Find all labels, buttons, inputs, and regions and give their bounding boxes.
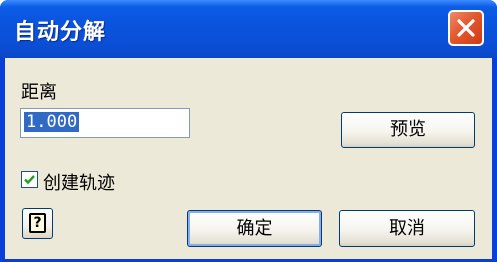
close-button[interactable] xyxy=(448,10,484,46)
dialog-body: 距离 1.000 预览 创建轨迹 ? 确定 取消 xyxy=(5,58,492,259)
create-trail-label: 创建轨迹 xyxy=(43,173,115,194)
distance-value: 1.000 xyxy=(24,112,80,132)
preview-button[interactable]: 预览 xyxy=(341,112,475,148)
distance-label: 距离 xyxy=(21,82,57,103)
dialog-title: 自动分解 xyxy=(14,20,107,45)
title-bar[interactable]: 自动分解 xyxy=(0,0,497,58)
ok-button[interactable]: 确定 xyxy=(187,210,322,247)
create-trail-checkbox[interactable] xyxy=(21,171,38,188)
help-button[interactable]: ? xyxy=(22,208,53,239)
dialog-window: 自动分解 距离 1.000 预览 创建轨迹 ? 确定 取消 xyxy=(0,0,497,262)
checkmark-icon xyxy=(24,175,35,185)
help-icon: ? xyxy=(29,213,46,233)
cancel-button[interactable]: 取消 xyxy=(339,210,475,247)
close-icon xyxy=(457,19,475,37)
distance-input[interactable]: 1.000 xyxy=(20,108,190,138)
